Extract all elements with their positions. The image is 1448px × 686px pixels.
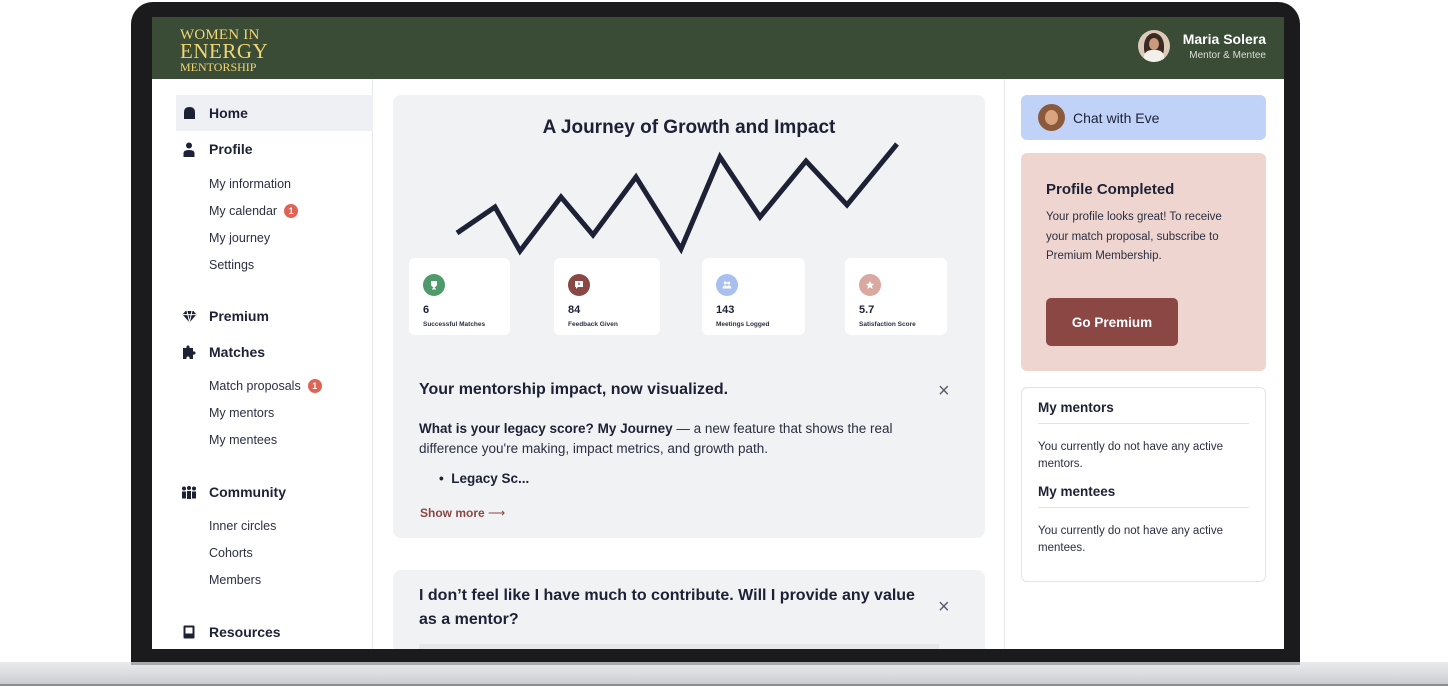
sidebar-item-my-mentees[interactable]: My mentees (209, 433, 277, 447)
my-mentors-heading: My mentors (1038, 400, 1114, 415)
my-mentees-heading: My mentees (1038, 484, 1116, 499)
feedback-icon (568, 274, 590, 296)
chat-with-eve-button[interactable]: Chat with Eve (1021, 95, 1266, 140)
sidebar-item-resources[interactable]: Resources (176, 614, 373, 649)
chat-label: Chat with Eve (1073, 109, 1160, 126)
user-role: Mentor & Mentee (1189, 50, 1266, 61)
sidebar-item-match-proposals[interactable]: Match proposals 1 (209, 379, 322, 393)
laptop-base (0, 662, 1448, 686)
group-icon (181, 484, 197, 500)
sidebar-item-members[interactable]: Members (209, 573, 261, 587)
sidebar-item-home[interactable]: Home (176, 95, 373, 131)
sidebar-item-label: Home (209, 105, 248, 121)
diamond-icon (181, 308, 197, 324)
sidebar-item-my-mentors[interactable]: My mentors (209, 406, 274, 420)
app-screen: WOMEN IN ENERGY MENTORSHIP Maria Solera … (152, 17, 1284, 649)
journey-title: A Journey of Growth and Impact (542, 117, 836, 138)
stat-value: 5.7 (859, 304, 875, 316)
impact-description: What is your legacy score? My Journey — … (419, 421, 893, 456)
sidebar-item-label: Profile (209, 141, 253, 157)
sidebar-item-label: Matches (209, 344, 266, 360)
right-panel-divider (1004, 79, 1005, 649)
faq-answer-preview (419, 644, 939, 649)
sidebar-item-premium[interactable]: Premium (176, 298, 373, 334)
stat-value: 143 (716, 304, 735, 316)
sidebar-item-label: Community (209, 484, 286, 500)
sidebar-item-cohorts[interactable]: Cohorts (209, 546, 253, 560)
stat-meetings-logged: 143 Meetings Logged (702, 258, 805, 335)
avatar[interactable] (1137, 30, 1170, 62)
stat-satisfaction-score: 5.7 Satisfaction Score (845, 258, 947, 335)
stat-value: 84 (568, 304, 581, 316)
stat-successful-matches: 6 Successful Matches (409, 258, 510, 335)
sidebar-item-my-journey[interactable]: My journey (209, 231, 270, 245)
impact-title: Your mentorship impact, now visualized. (419, 381, 729, 398)
stat-label: Feedback Given (568, 321, 618, 328)
arrow-right-icon: ⟶ (488, 506, 506, 520)
people-icon (716, 274, 738, 296)
sidebar-item-community[interactable]: Community (176, 474, 373, 510)
book-icon (181, 624, 197, 640)
profile-completed-card: Profile Completed Your profile looks gre… (1021, 153, 1266, 371)
user-menu[interactable]: Maria Solera Mentor & Mentee (1137, 30, 1266, 62)
logo-line-3: MENTORSHIP (180, 60, 257, 74)
journey-card: A Journey of Growth and Impact 6 Success… (393, 95, 985, 538)
faq-card: I don’t feel like I have much to contrib… (393, 570, 985, 649)
notification-badge: 1 (284, 204, 299, 218)
faq-question[interactable]: I don’t feel like I have much to contrib… (419, 584, 919, 632)
stat-feedback-given: 84 Feedback Given (554, 258, 660, 335)
stat-value: 6 (423, 304, 430, 316)
user-name: Maria Solera (1182, 31, 1266, 47)
close-icon[interactable]: × (938, 381, 950, 401)
divider (1038, 507, 1249, 508)
card-title: Profile Completed (1046, 181, 1175, 198)
stat-label: Satisfaction Score (859, 321, 916, 328)
go-premium-button[interactable]: Go Premium (1046, 298, 1178, 346)
top-bar: WOMEN IN ENERGY MENTORSHIP Maria Solera … (152, 17, 1284, 79)
notification-badge: 1 (307, 379, 322, 393)
sidebar: Home Profile My information My calendar 1… (152, 79, 373, 649)
stat-label: Successful Matches (423, 321, 486, 328)
sidebar-item-my-calendar[interactable]: My calendar 1 (209, 204, 299, 218)
logo-line-2: ENERGY (180, 39, 269, 63)
sidebar-item-settings[interactable]: Settings (209, 258, 254, 272)
sidebar-item-inner-circles[interactable]: Inner circles (209, 519, 276, 533)
stat-label: Meetings Logged (716, 321, 770, 328)
mentors-empty-text: You currently do not have any active men… (1038, 441, 1223, 470)
puzzle-icon (181, 344, 197, 360)
sidebar-item-my-information[interactable]: My information (209, 177, 291, 191)
relations-card: My mentors You currently do not have any… (1021, 387, 1266, 582)
home-icon (181, 105, 197, 121)
sidebar-item-label: Premium (209, 308, 269, 324)
card-body: Your profile looks great! To receive you… (1046, 211, 1222, 262)
legacy-bullet: • Legacy Sc... (439, 471, 530, 486)
sidebar-item-label: Resources (209, 624, 281, 640)
sidebar-item-profile[interactable]: Profile (176, 131, 373, 167)
person-icon (181, 141, 197, 157)
star-icon (859, 274, 881, 296)
eve-avatar (1038, 104, 1065, 131)
divider (1038, 423, 1249, 424)
close-icon[interactable]: × (938, 597, 950, 617)
brand-logo[interactable]: WOMEN IN ENERGY MENTORSHIP (180, 28, 269, 74)
sidebar-item-matches[interactable]: Matches (176, 334, 373, 370)
show-more-link[interactable]: Show more ⟶ (420, 506, 505, 520)
trophy-icon (423, 274, 445, 296)
mentees-empty-text: You currently do not have any active men… (1038, 525, 1223, 554)
